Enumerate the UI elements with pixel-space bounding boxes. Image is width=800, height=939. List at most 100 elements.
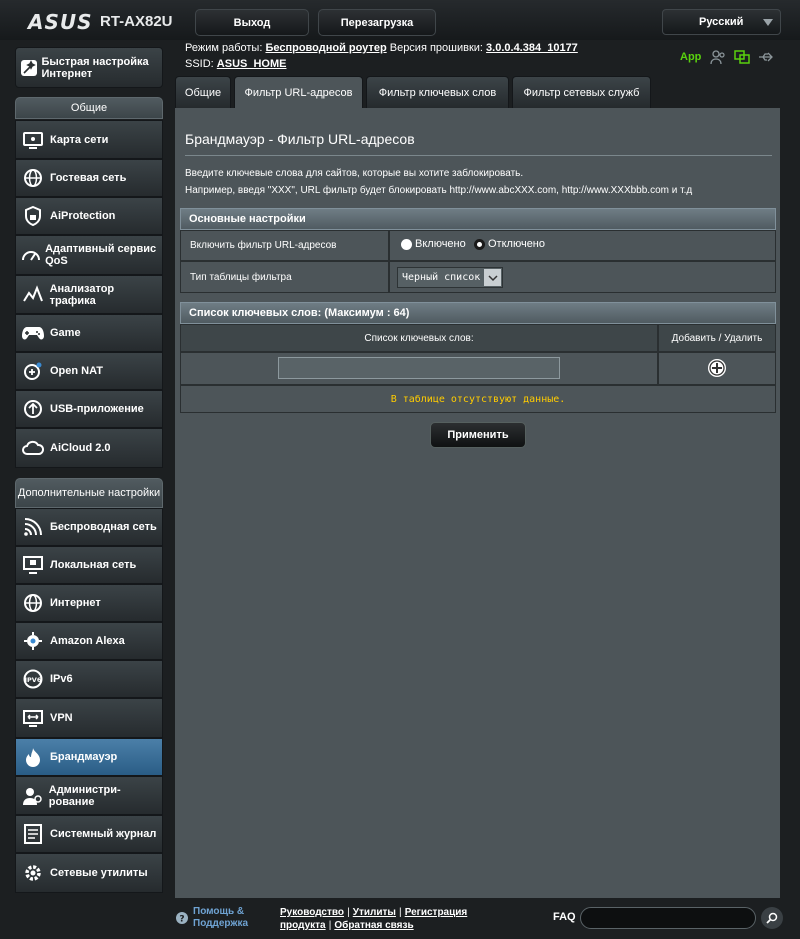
page-title: Брандмауэр - Фильтр URL-адресов	[185, 131, 415, 147]
network-status-icon[interactable]	[734, 49, 750, 65]
sidebar-item-firewall[interactable]: Брандмауэр	[15, 738, 163, 776]
radio-enabled-label: Включено	[415, 238, 466, 250]
faq-search-input[interactable]	[580, 907, 756, 929]
sidebar-item-qos[interactable]: Адаптивный сервис QoS	[15, 235, 163, 275]
sidebar-item-alexa[interactable]: Amazon Alexa	[15, 622, 163, 660]
sidebar-item-ipv6[interactable]: IPV6 IPv6	[15, 660, 163, 698]
globe-icon	[16, 593, 50, 613]
sidebar-item-label: Беспроводная сеть	[50, 521, 157, 533]
sidebar-item-guest-network[interactable]: Гостевая сеть	[15, 159, 163, 197]
column-header-keyword: Список ключевых слов:	[180, 324, 658, 352]
description-line-1: Введите ключевые слова для сайтов, котор…	[185, 168, 524, 179]
feedback-link[interactable]: Обратная связь	[334, 920, 413, 931]
alexa-icon	[16, 631, 50, 651]
radio-disabled-circle-selected[interactable]	[474, 238, 485, 250]
svg-text:IPV6: IPV6	[25, 676, 42, 684]
sidebar-item-administration[interactable]: Администри-рование	[15, 776, 163, 815]
sidebar-item-label: Amazon Alexa	[50, 635, 125, 647]
sidebar-item-label: Администри-рование	[48, 783, 121, 808]
sidebar-item-internet[interactable]: Интернет	[15, 584, 163, 622]
description-line-2: Например, введя "XXX", URL фильтр будет …	[185, 185, 693, 196]
clients-icon[interactable]	[710, 49, 726, 65]
chevron-down-icon[interactable]	[484, 269, 501, 286]
logout-button[interactable]: Выход	[195, 9, 309, 36]
gamepad-icon	[16, 325, 50, 341]
sidebar-item-usb-app[interactable]: USB-приложение	[15, 390, 163, 428]
table-type-label: Тип таблицы фильтра	[190, 272, 292, 283]
wand-icon	[16, 58, 41, 78]
sidebar-item-label: Брандмауэр	[50, 751, 118, 763]
radio-disabled-label: Отключено	[488, 238, 545, 250]
empty-table-message: В таблице отсутствуют данные.	[180, 385, 776, 413]
sidebar-item-wireless[interactable]: Беспроводная сеть	[15, 508, 163, 546]
radio-enabled[interactable]: Включено	[401, 238, 466, 250]
sidebar-item-aicloud[interactable]: AiCloud 2.0	[15, 428, 163, 468]
help-icon: ?	[176, 912, 188, 925]
nat-icon	[16, 361, 50, 381]
sidebar-item-open-nat[interactable]: Open NAT	[15, 352, 163, 390]
enable-filter-label: Включить фильтр URL-адресов	[190, 240, 337, 251]
sidebar-item-label: VPN	[50, 712, 73, 724]
firmware-link[interactable]: 3.0.0.4.384_10177	[486, 42, 578, 54]
sidebar-item-label: AiCloud 2.0	[50, 442, 111, 454]
tab-general[interactable]: Общие	[175, 76, 231, 108]
tab-url-filter[interactable]: Фильтр URL-адресов	[234, 76, 363, 108]
quick-setup-button[interactable]: Быстрая настройка Интернет	[15, 47, 163, 88]
reboot-button[interactable]: Перезагрузка	[318, 9, 436, 36]
registration-link[interactable]: Регистрация	[405, 907, 468, 918]
sidebar-item-aiprotection[interactable]: AiProtection	[15, 197, 163, 235]
sidebar-item-label: Карта сети	[50, 133, 109, 146]
ssid-label: SSID:	[185, 58, 214, 70]
model-name: RT-AX82U	[100, 13, 173, 30]
general-section-header: Общие	[15, 97, 163, 119]
sidebar-item-traffic-analyzer[interactable]: Анализатор трафика	[15, 275, 163, 314]
title-divider	[185, 155, 772, 156]
sidebar-item-label: Системный журнал	[50, 828, 157, 840]
product-link[interactable]: продукта	[280, 920, 326, 931]
sidebar-item-network-map[interactable]: Карта сети	[15, 120, 163, 159]
tab-keyword-filter[interactable]: Фильтр ключевых слов	[366, 76, 509, 108]
filter-type-value: Черный список	[402, 272, 481, 283]
sidebar-item-label: AiProtection	[50, 210, 116, 222]
ssid-link[interactable]: ASUS_HOME	[217, 58, 287, 70]
asus-logo: ASUS	[28, 10, 93, 34]
quick-setup-label: Быстрая настройка Интернет	[41, 55, 149, 80]
radio-disabled[interactable]: Отключено	[474, 238, 545, 250]
firmware-label: Версия прошивки:	[389, 42, 483, 54]
apply-button[interactable]: Применить	[430, 422, 526, 448]
add-icon[interactable]	[707, 358, 727, 378]
chart-icon	[16, 284, 50, 305]
sidebar-item-lan[interactable]: Локальная сеть	[15, 546, 163, 584]
ipv6-icon: IPV6	[16, 669, 50, 689]
sidebar-item-label: Интернет	[50, 597, 101, 609]
utilities-link[interactable]: Утилиты	[353, 907, 396, 918]
sidebar-item-label: Game	[50, 327, 81, 339]
advanced-section-header: Дополнительные настройки	[15, 478, 163, 508]
log-icon	[16, 824, 50, 844]
sidebar-item-label: USB-приложение	[50, 403, 144, 415]
language-select[interactable]: Русский	[662, 9, 781, 35]
app-link[interactable]: App	[680, 51, 701, 63]
status-line-mode: Режим работы: Беспроводной роутер Версия…	[185, 42, 578, 54]
sidebar-item-label: IPv6	[50, 673, 73, 685]
search-icon[interactable]	[761, 907, 783, 929]
sidebar-item-system-log[interactable]: Системный журнал	[15, 815, 163, 853]
sidebar-item-network-tools[interactable]: Сетевые утилиты	[15, 853, 163, 893]
footer-links: Руководство | Утилиты | Регистрация прод…	[280, 907, 468, 931]
sidebar-item-label: Локальная сеть	[50, 559, 137, 571]
sidebar-item-label: Анализатор трафика	[49, 282, 115, 307]
usb-status-icon[interactable]	[758, 51, 774, 63]
keyword-input[interactable]	[278, 357, 560, 379]
globe-icon	[16, 168, 50, 188]
filter-type-select[interactable]: Черный список	[397, 267, 503, 288]
radio-enabled-circle[interactable]	[401, 238, 412, 250]
mode-link[interactable]: Беспроводной роутер	[265, 42, 386, 54]
admin-icon	[16, 786, 49, 806]
manual-link[interactable]: Руководство	[280, 907, 344, 918]
help-support-link[interactable]: Помощь & Поддержка	[193, 906, 263, 930]
lan-icon	[16, 555, 50, 575]
tab-network-service-filter[interactable]: Фильтр сетевых служб	[512, 76, 651, 108]
speedometer-icon	[16, 245, 45, 265]
sidebar-item-game[interactable]: Game	[15, 314, 163, 352]
sidebar-item-vpn[interactable]: VPN	[15, 698, 163, 738]
